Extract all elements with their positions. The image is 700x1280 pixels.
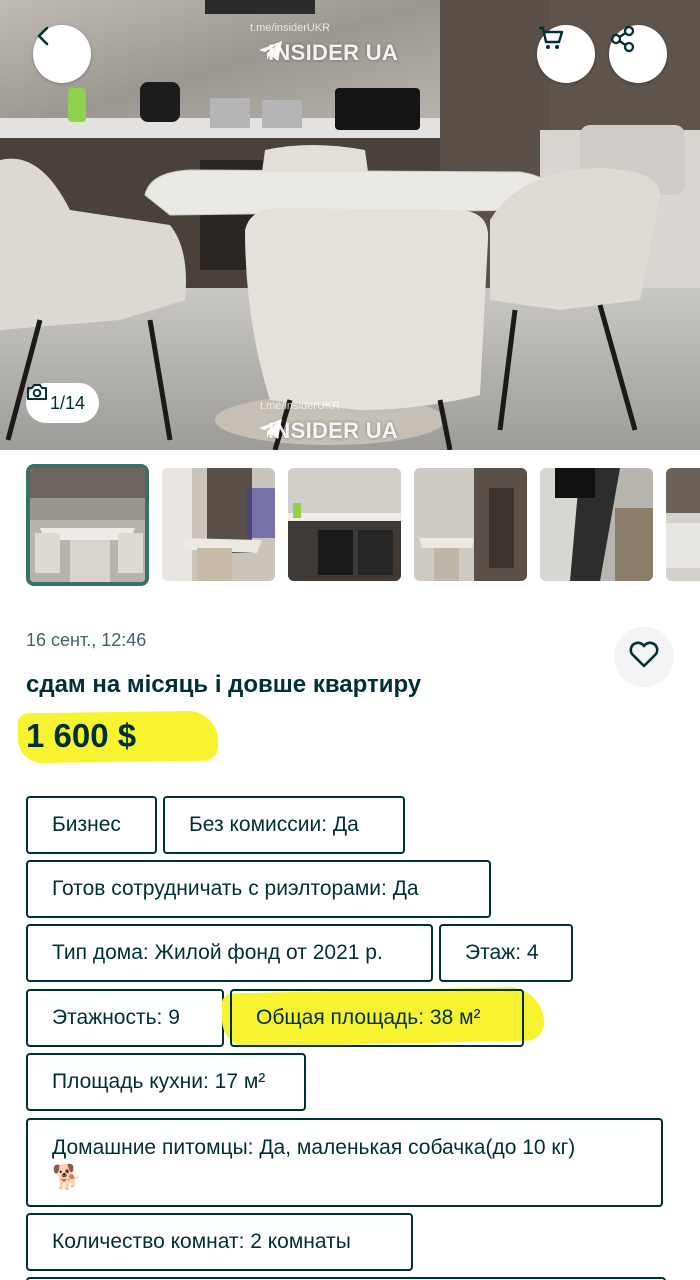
thumb-hallway[interactable] (540, 468, 653, 581)
tag-total-area: Общая площадь: 38 м² (230, 989, 524, 1047)
watermark-link-top: t.me/insiderUKR (250, 22, 331, 34)
thumb-sofa[interactable] (666, 468, 700, 581)
favorite-button[interactable] (614, 627, 674, 687)
photo-counter: 1/14 (26, 383, 100, 423)
tag-house-type: Тип дома: Жилой фонд от 2021 р. (26, 924, 433, 982)
cart-button[interactable] (537, 25, 595, 83)
photo-counter-text: 1/14 (50, 392, 86, 413)
watermark-top: INSIDER UA (258, 40, 398, 66)
thumbnail-strip[interactable] (0, 464, 700, 588)
thumb-kitchen-2[interactable] (288, 468, 401, 581)
tag-business: Бизнес (26, 796, 157, 854)
listing-price: 1 600 $ (26, 717, 137, 754)
tag-rooms: Количество комнат: 2 комнаты (26, 1213, 413, 1271)
tag-pets-text: Домашние питомцы: Да, маленькая собачка(… (52, 1135, 576, 1159)
kitchen-photo (0, 0, 700, 450)
tag-no-commission: Без комиссии: Да (163, 796, 405, 854)
watermark-bottom: INSIDER UA (258, 418, 398, 444)
tag-pets: Домашние питомцы: Да, маленькая собачка(… (26, 1118, 663, 1207)
tag-floor: Этаж: 4 (439, 924, 573, 982)
watermark-link-bottom: t.me/insiderUKR (260, 400, 341, 412)
thumb-living[interactable] (162, 468, 275, 581)
posted-date: 16 сент., 12:46 (26, 630, 147, 650)
dog-icon: 🐕 (52, 1163, 82, 1191)
heart-icon (628, 641, 660, 674)
share-button[interactable] (609, 25, 667, 83)
thumb-kitchen[interactable] (26, 464, 149, 586)
thumb-dining[interactable] (414, 468, 527, 581)
back-button[interactable] (33, 25, 91, 83)
listing-title: сдам на місяць і довше квартиру (26, 671, 422, 698)
listing-photo[interactable]: INSIDER UA t.me/insiderUKR INSIDER UA t.… (0, 0, 700, 450)
tag-kitchen-area: Площадь кухни: 17 м² (26, 1053, 306, 1111)
tag-realtors: Готов сотрудничать с риэлторами: Да (26, 860, 491, 918)
tag-floors-total: Этажность: 9 (26, 989, 224, 1047)
